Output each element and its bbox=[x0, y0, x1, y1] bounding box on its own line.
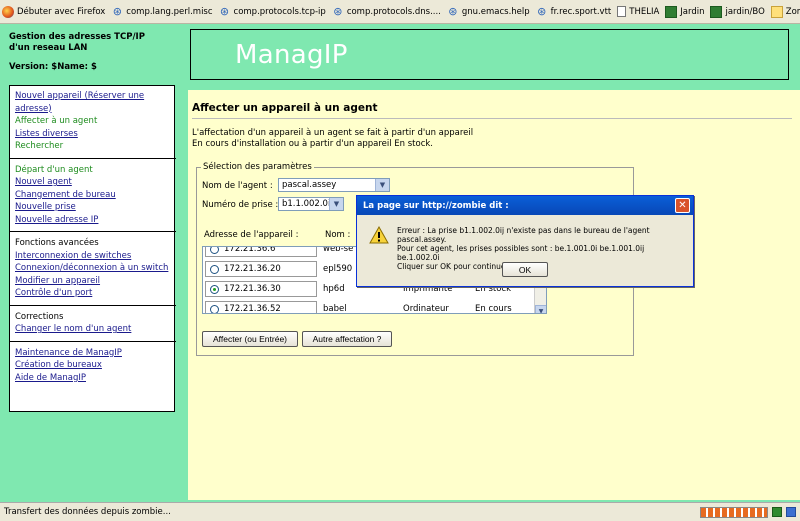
bookmark-firefox[interactable]: Débuter avec Firefox bbox=[2, 5, 105, 18]
newsgroup-icon: ⊛ bbox=[333, 5, 343, 18]
menu-nouvelle-prise[interactable]: Nouvelle prise bbox=[15, 201, 169, 214]
app-banner: ManagIP bbox=[190, 29, 789, 80]
device-name: web-se bbox=[323, 246, 354, 254]
prise-select-value: b1.1.002.0ij bbox=[282, 199, 333, 209]
menu-modifier-appareil[interactable]: Modifier un appareil bbox=[15, 275, 169, 288]
menu-creation-bureaux[interactable]: Création de bureaux bbox=[15, 359, 169, 372]
menu-nouvel-appareil[interactable]: Nouvel appareil (Réserver une adresse) bbox=[15, 90, 169, 115]
menu-maintenance[interactable]: Maintenance de ManagIP bbox=[15, 347, 169, 360]
address-option[interactable]: 172.21.36.20 bbox=[205, 261, 317, 277]
prise-select[interactable]: b1.1.002.0ij ▼ bbox=[278, 197, 344, 211]
agent-label: Nom de l'agent : bbox=[202, 181, 273, 191]
menu-divider bbox=[10, 304, 176, 306]
alert-dialog: La page sur http://zombie dit : ✕ Erreur… bbox=[356, 195, 694, 287]
dialog-title: La page sur http://zombie dit : bbox=[363, 200, 509, 211]
bookmark-dns[interactable]: ⊛ comp.protocols.dns.... bbox=[332, 5, 441, 18]
fieldset-legend: Sélection des paramètres bbox=[203, 162, 312, 172]
app-subtitle-line2: d'un reseau LAN bbox=[9, 43, 88, 53]
sidebar-header: Gestion des adresses TCP/IP d'un reseau … bbox=[9, 32, 179, 73]
menu-nouvel-agent[interactable]: Nouvel agent bbox=[15, 176, 169, 189]
extension-icon[interactable] bbox=[772, 507, 782, 517]
folder-icon bbox=[665, 5, 678, 18]
title-divider bbox=[192, 118, 792, 119]
bookmark-thelia[interactable]: THELIA bbox=[617, 6, 659, 17]
version-text: Version: $Name: $ bbox=[9, 62, 97, 72]
security-icon[interactable] bbox=[786, 507, 796, 517]
agent-select[interactable]: pascal.assey ▼ bbox=[278, 178, 390, 192]
page-icon bbox=[617, 6, 627, 17]
ok-button[interactable]: OK bbox=[502, 262, 548, 277]
intro-text: L'affectation d'un appareil à un agent s… bbox=[192, 128, 474, 149]
menu-section-corrections: Corrections bbox=[15, 311, 64, 322]
column-header-address: Adresse de l'appareil : bbox=[204, 230, 299, 240]
menu-listes-diverses[interactable]: Listes diverses bbox=[15, 128, 169, 141]
menu-controle-port[interactable]: Contrôle d'un port bbox=[15, 287, 169, 300]
status-bar: Transfert des données depuis zombie... bbox=[0, 502, 800, 521]
agent-select-value: pascal.assey bbox=[282, 180, 337, 190]
folder-icon bbox=[710, 5, 723, 18]
radio-button[interactable] bbox=[210, 304, 219, 313]
menu-divider bbox=[10, 340, 176, 342]
prise-label: Numéro de prise : bbox=[202, 200, 279, 210]
chevron-down-icon[interactable]: ▼ bbox=[535, 305, 546, 313]
device-status: En cours bbox=[475, 304, 512, 314]
list-item[interactable]: 172.21.36.52 babel Ordinateur En cours bbox=[203, 299, 546, 314]
menu-aide[interactable]: Aide de ManagIP bbox=[15, 372, 169, 385]
autre-affectation-button[interactable]: Autre affectation ? bbox=[302, 331, 392, 347]
device-type: Ordinateur bbox=[403, 304, 449, 314]
newsgroup-icon: ⊛ bbox=[112, 5, 122, 18]
menu-connexion-switch[interactable]: Connexion/déconnexion à un switch bbox=[15, 262, 169, 275]
device-name: epl590 bbox=[323, 264, 353, 274]
menu-changement-bureau[interactable]: Changement de bureau bbox=[15, 189, 169, 202]
device-name: hp6d bbox=[323, 284, 345, 294]
app-title: ManagIP bbox=[235, 40, 348, 70]
progress-bar bbox=[700, 507, 768, 518]
affecter-button[interactable]: Affecter (ou Entrée) bbox=[202, 331, 298, 347]
menu-interconnexion-switches[interactable]: Interconnexion de switches bbox=[15, 250, 169, 263]
menu-divider bbox=[10, 157, 176, 159]
menu-section-fonctions-avancees: Fonctions avancées bbox=[15, 238, 99, 248]
menu-rechercher[interactable]: Rechercher bbox=[15, 140, 169, 153]
radio-button[interactable] bbox=[210, 264, 219, 274]
bookmark-emacs[interactable]: ⊛ gnu.emacs.help bbox=[447, 5, 529, 18]
radio-button[interactable] bbox=[210, 247, 219, 254]
bookmark-perl[interactable]: ⊛ comp.lang.perl.misc bbox=[111, 5, 213, 18]
warning-icon bbox=[369, 226, 389, 244]
menu-divider bbox=[10, 231, 176, 232]
chevron-down-icon: ▼ bbox=[329, 198, 343, 210]
close-icon[interactable]: ✕ bbox=[675, 198, 690, 213]
dialog-titlebar: La page sur http://zombie dit : ✕ bbox=[357, 196, 693, 215]
address-option[interactable]: 172.21.36.52 bbox=[205, 301, 317, 313]
bookmark-jardin-bo[interactable]: jardin/BO bbox=[710, 5, 765, 18]
newsgroup-icon: ⊛ bbox=[537, 5, 547, 18]
bookmarks-toolbar: Débuter avec Firefox ⊛ comp.lang.perl.mis… bbox=[0, 0, 800, 24]
folder-icon bbox=[770, 5, 783, 18]
column-header-name: Nom : bbox=[325, 230, 351, 240]
menu-depart-agent[interactable]: Départ d'un agent bbox=[15, 164, 169, 177]
status-text: Transfert des données depuis zombie... bbox=[4, 507, 171, 517]
menu-affecter-agent[interactable]: Affecter à un agent bbox=[15, 115, 169, 128]
bookmark-vtt[interactable]: ⊛ fr.rec.sport.vtt bbox=[536, 5, 611, 18]
radio-button-selected[interactable] bbox=[210, 284, 219, 294]
address-option[interactable]: 172.21.36.6 bbox=[205, 247, 317, 257]
menu-changer-nom-agent[interactable]: Changer le nom d'un agent bbox=[15, 323, 169, 336]
page-title: Affecter un appareil à un agent bbox=[192, 102, 378, 114]
bookmark-tcpip[interactable]: ⊛ comp.protocols.tcp-ip bbox=[219, 5, 326, 18]
menu-nouvelle-adresse-ip[interactable]: Nouvelle adresse IP bbox=[15, 214, 169, 227]
address-option[interactable]: 172.21.36.30 bbox=[205, 281, 317, 297]
app-subtitle-line1: Gestion des adresses TCP/IP bbox=[9, 32, 145, 42]
device-name: babel bbox=[323, 304, 347, 314]
newsgroup-icon: ⊛ bbox=[219, 5, 230, 18]
newsgroup-icon: ⊛ bbox=[448, 5, 458, 18]
bookmark-zombiethelia[interactable]: ZombieThelia bbox=[770, 5, 800, 18]
chevron-down-icon: ▼ bbox=[375, 179, 389, 191]
bookmark-jardin[interactable]: Jardin bbox=[665, 5, 704, 18]
sidebar-menu: Nouvel appareil (Réserver une adresse) A… bbox=[9, 85, 176, 412]
firefox-icon bbox=[2, 5, 14, 18]
